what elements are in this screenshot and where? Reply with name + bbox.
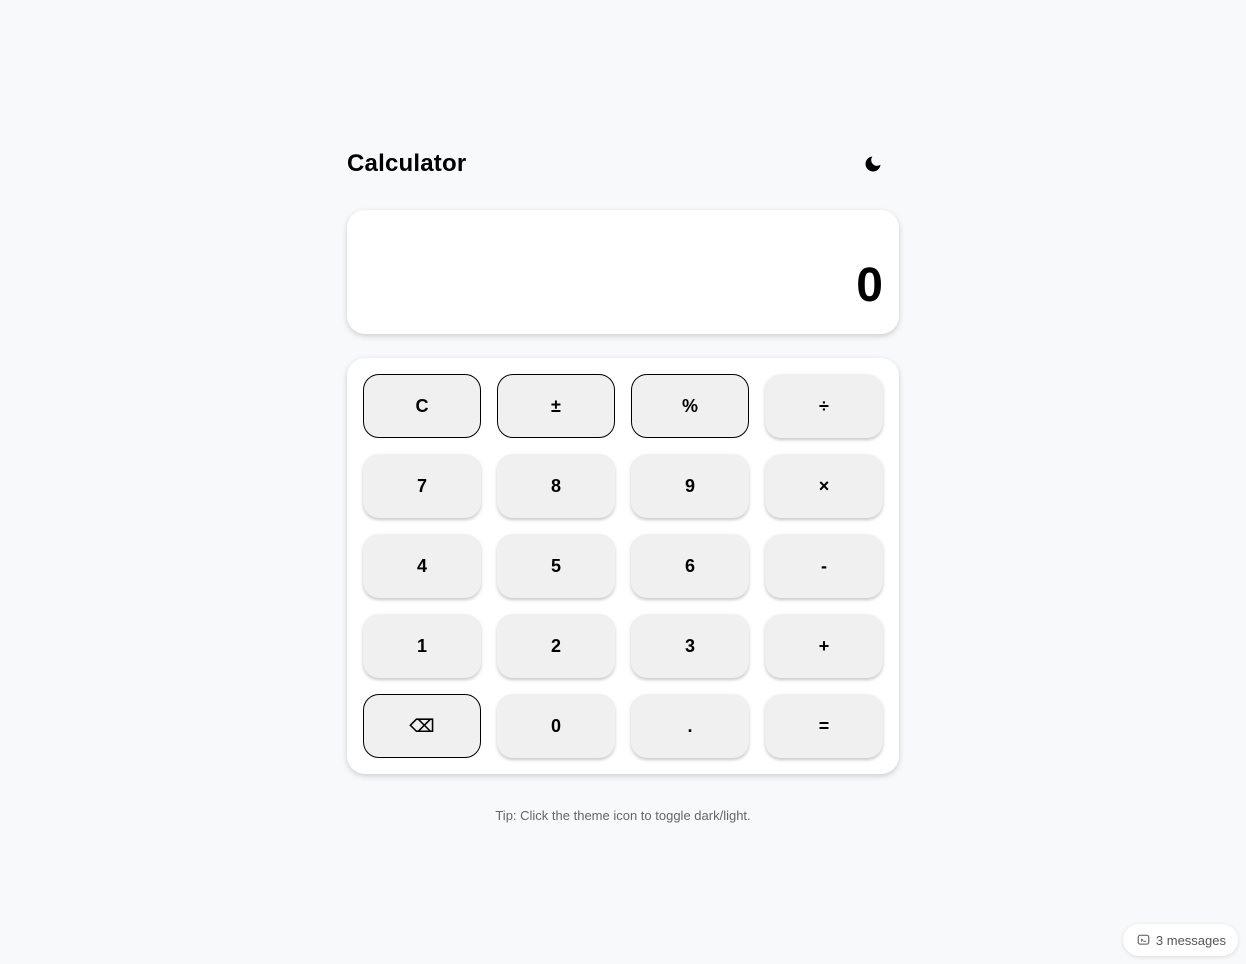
display-value: 0 — [856, 259, 883, 312]
digit-8-button[interactable]: 8 — [497, 454, 615, 518]
calculator-display: 0 — [347, 210, 899, 334]
digit-1-button[interactable]: 1 — [363, 614, 481, 678]
digit-3-button[interactable]: 3 — [631, 614, 749, 678]
messages-button[interactable]: 3 messages — [1122, 924, 1238, 956]
messages-label: 3 messages — [1155, 932, 1226, 948]
digit-7-button[interactable]: 7 — [363, 454, 481, 518]
tip-text: Tip: Click the theme icon to toggle dark… — [495, 808, 751, 823]
digit-0-button[interactable]: 0 — [497, 694, 615, 758]
keypad: C ±% ÷ 7 8 9 × 4 5 6- 1 2 3 + ⌫ 0. = — [347, 358, 899, 774]
page-title: Calculator — [347, 150, 467, 177]
clear-button[interactable]: C — [363, 374, 481, 438]
toggle-sign-button[interactable]: ± — [497, 374, 615, 438]
digit-4-button[interactable]: 4 — [363, 534, 481, 598]
digit-5-button[interactable]: 5 — [497, 534, 615, 598]
backspace-button[interactable]: ⌫ — [363, 694, 481, 758]
percent-button[interactable]: % — [631, 374, 749, 438]
calculator-app: Calculator 0 C ±% ÷ 7 8 9 × 4 5 6-1 2 3 + ⌫ 0. = — [347, 140, 899, 774]
equals-button[interactable]: = — [765, 694, 883, 758]
digit-9-button[interactable]: 9 — [631, 454, 749, 518]
subtract-button[interactable]: - — [765, 534, 883, 598]
chat-icon — [1137, 934, 1150, 945]
theme-toggle-button[interactable] — [861, 152, 885, 176]
decimal-button[interactable]: . — [631, 694, 749, 758]
divide-button[interactable]: ÷ — [765, 374, 883, 438]
digit-2-button[interactable]: 2 — [497, 614, 615, 678]
digit-6-button[interactable]: 6 — [631, 534, 749, 598]
calculator-header: Calculator — [347, 140, 899, 188]
moon-icon — [865, 156, 881, 172]
multiply-button[interactable]: × — [765, 454, 883, 518]
add-button[interactable]: + — [765, 614, 883, 678]
